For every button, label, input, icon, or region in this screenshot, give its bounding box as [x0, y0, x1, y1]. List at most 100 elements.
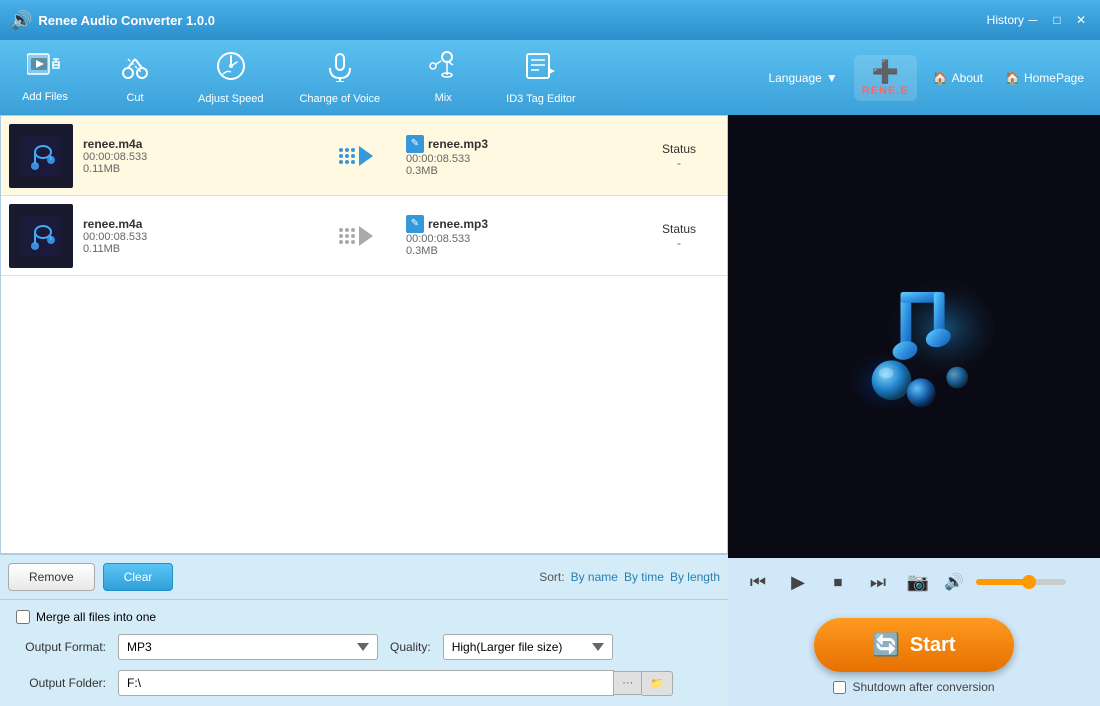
- sort-by-length[interactable]: By length: [670, 570, 720, 584]
- merge-label: Merge all files into one: [36, 610, 156, 624]
- input-duration: 00:00:08.533: [83, 151, 306, 163]
- stop-button[interactable]: ⏹: [824, 568, 852, 596]
- status-label: Status: [639, 142, 719, 156]
- input-size: 0.11MB: [83, 163, 306, 175]
- table-row: renee.m4a 00:00:08.533 0.11MB: [1, 116, 727, 196]
- sort-by-name[interactable]: By name: [571, 570, 618, 584]
- volume-icon: 🔊: [944, 572, 964, 592]
- remove-button[interactable]: Remove: [8, 563, 95, 591]
- language-dropdown[interactable]: Language ▼: [762, 67, 843, 89]
- about-label: About: [952, 71, 983, 85]
- start-area: 🔄 Start Shutdown after conversion: [728, 606, 1100, 706]
- dots-pattern: [339, 148, 355, 164]
- history-link[interactable]: History: [987, 13, 1024, 27]
- file-thumbnail: [9, 204, 73, 268]
- rene-logo: ➕ RENE.E: [854, 55, 917, 101]
- nav-id3-tag-editor[interactable]: ID3 Tag Editor: [498, 44, 584, 111]
- preview-area: [728, 115, 1100, 558]
- adjust-speed-icon: [215, 50, 247, 89]
- music-visual: [824, 247, 1004, 427]
- folder-row: Output Folder: ··· 📁: [16, 670, 712, 696]
- id3-tag-editor-icon: [525, 50, 557, 89]
- change-of-voice-label: Change of Voice: [299, 93, 380, 105]
- app-logo: 🔊: [10, 10, 32, 31]
- merge-checkbox[interactable]: [16, 610, 30, 624]
- close-button[interactable]: ✕: [1072, 11, 1090, 29]
- status-value: -: [639, 156, 719, 170]
- right-panel: ⏮ ▶ ⏹ ⏭ 📷 🔊 🔄 Start Shutdown after conve…: [728, 115, 1100, 706]
- nav-change-of-voice[interactable]: Change of Voice: [291, 44, 388, 111]
- skip-back-button[interactable]: ⏮: [744, 568, 772, 596]
- volume-slider[interactable]: [976, 579, 1066, 585]
- input-file-info: renee.m4a 00:00:08.533 0.11MB: [83, 137, 306, 175]
- format-row: Output Format: MP3 AAC WAV FLAC OGG Qual…: [16, 634, 712, 660]
- shutdown-row: Shutdown after conversion: [833, 680, 994, 694]
- homepage-button[interactable]: 🏠 HomePage: [999, 67, 1090, 89]
- mix-icon: [427, 51, 459, 88]
- input-duration: 00:00:08.533: [83, 231, 306, 243]
- sort-label: Sort:: [539, 570, 564, 584]
- edit-icon[interactable]: ✎: [406, 135, 424, 153]
- cut-label: Cut: [126, 92, 143, 104]
- merge-row: Merge all files into one: [16, 610, 712, 624]
- about-icon: 🏠: [933, 71, 948, 85]
- sort-area: Sort: By name By time By length: [539, 570, 720, 584]
- arrow-right-icon: [359, 226, 373, 246]
- input-file-name: renee.m4a: [83, 217, 306, 231]
- about-button[interactable]: 🏠 About: [927, 67, 989, 89]
- output-duration: 00:00:08.533: [406, 153, 629, 165]
- convert-arrow: [316, 226, 396, 246]
- left-panel: renee.m4a 00:00:08.533 0.11MB: [0, 115, 728, 706]
- language-label: Language: [768, 71, 821, 85]
- homepage-label: HomePage: [1024, 71, 1084, 85]
- skip-forward-button[interactable]: ⏭: [864, 568, 892, 596]
- output-size: 0.3MB: [406, 245, 629, 257]
- player-controls: ⏮ ▶ ⏹ ⏭ 📷 🔊: [728, 558, 1100, 606]
- output-file-info: ✎ renee.mp3 00:00:08.533 0.3MB: [406, 135, 629, 177]
- dots-pattern: [339, 228, 355, 244]
- folder-browse-button[interactable]: ···: [614, 671, 642, 695]
- window-controls: ─ □ ✕: [1024, 11, 1090, 29]
- status-col: Status -: [639, 142, 719, 170]
- status-value: -: [639, 236, 719, 250]
- nav-add-files[interactable]: Add Files: [10, 46, 80, 109]
- minimize-button[interactable]: ─: [1024, 11, 1042, 29]
- nav-cut[interactable]: Cut: [100, 45, 170, 110]
- clear-button[interactable]: Clear: [103, 563, 174, 591]
- shutdown-checkbox[interactable]: [833, 681, 846, 694]
- quality-select[interactable]: High(Larger file size) Medium Low: [443, 634, 613, 660]
- nav-mix[interactable]: Mix: [408, 45, 478, 110]
- arrow-right-icon: [359, 146, 373, 166]
- folder-input-wrap: ··· 📁: [118, 670, 673, 696]
- start-button[interactable]: 🔄 Start: [814, 618, 1014, 672]
- app-title: Renee Audio Converter 1.0.0: [38, 13, 978, 28]
- nav-adjust-speed[interactable]: Adjust Speed: [190, 44, 271, 111]
- input-size: 0.11MB: [83, 243, 306, 255]
- output-size: 0.3MB: [406, 165, 629, 177]
- convert-arrow: [316, 146, 396, 166]
- id3-tag-editor-label: ID3 Tag Editor: [506, 93, 576, 105]
- folder-input[interactable]: [118, 670, 614, 696]
- edit-icon[interactable]: ✎: [406, 215, 424, 233]
- main-layout: renee.m4a 00:00:08.533 0.11MB: [0, 115, 1100, 706]
- language-arrow-icon: ▼: [826, 71, 838, 85]
- status-col: Status -: [639, 222, 719, 250]
- mix-label: Mix: [435, 92, 452, 104]
- quality-label: Quality:: [390, 640, 431, 654]
- output-file-name: renee.mp3: [428, 137, 488, 151]
- titlebar: 🔊 Renee Audio Converter 1.0.0 History ─ …: [0, 0, 1100, 40]
- rene-plus-icon: ➕: [872, 59, 899, 85]
- navbar: Add Files Cut Adjust Speed: [0, 40, 1100, 115]
- screenshot-button[interactable]: 📷: [904, 568, 932, 596]
- folder-open-button[interactable]: 📁: [642, 671, 673, 696]
- input-file-name: renee.m4a: [83, 137, 306, 151]
- output-file-info: ✎ renee.mp3 00:00:08.533 0.3MB: [406, 215, 629, 257]
- folder-label: Output Folder:: [16, 676, 106, 690]
- format-select[interactable]: MP3 AAC WAV FLAC OGG: [118, 634, 378, 660]
- play-button[interactable]: ▶: [784, 568, 812, 596]
- maximize-button[interactable]: □: [1048, 11, 1066, 29]
- sort-by-time[interactable]: By time: [624, 570, 664, 584]
- output-duration: 00:00:08.533: [406, 233, 629, 245]
- rene-logo-text: RENE.E: [862, 85, 909, 97]
- add-files-label: Add Files: [22, 91, 68, 103]
